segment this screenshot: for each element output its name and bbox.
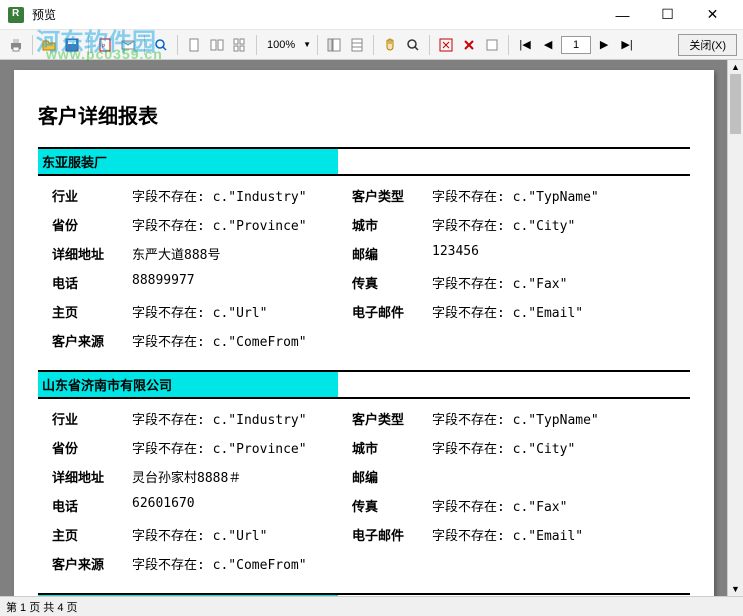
prev-page-icon[interactable]: ◀	[538, 35, 558, 55]
scroll-thumb-v[interactable]	[730, 74, 741, 134]
field-value: 62601670	[132, 496, 352, 515]
field-value: 字段不存在: c."TypName"	[432, 409, 652, 428]
field-label: 电子邮件	[352, 302, 432, 321]
field-value: 字段不存在: c."ComeFrom"	[132, 554, 352, 573]
delete-icon[interactable]	[459, 35, 479, 55]
field-label: 电话	[52, 496, 132, 515]
field-value: 字段不存在: c."Province"	[132, 438, 352, 457]
field-label: 客户来源	[52, 554, 132, 573]
field-value: 88899977	[132, 273, 352, 292]
settings-icon[interactable]	[482, 35, 502, 55]
report-title: 客户详细报表	[38, 100, 690, 129]
field-label: 详细地址	[52, 244, 132, 263]
vertical-scrollbar[interactable]: ▲ ▼	[727, 60, 743, 596]
field-label: 详细地址	[52, 467, 132, 486]
email-icon[interactable]	[118, 35, 138, 55]
window-title: 预览	[32, 6, 56, 23]
field-label	[352, 554, 432, 573]
minimize-button[interactable]: —	[600, 1, 645, 29]
report-section: 山东省济南市有限公司行业字段不存在: c."Industry"客户类型字段不存在…	[38, 370, 690, 583]
hand-icon[interactable]	[380, 35, 400, 55]
app-icon	[8, 7, 24, 23]
zoom-dropdown-icon[interactable]: ▼	[303, 40, 311, 49]
multi-page-icon[interactable]	[230, 35, 250, 55]
report-section: 东亚服装厂行业字段不存在: c."Industry"客户类型字段不存在: c."…	[38, 147, 690, 360]
field-label: 邮编	[352, 244, 432, 263]
report-page: 客户详细报表 东亚服装厂行业字段不存在: c."Industry"客户类型字段不…	[14, 70, 714, 596]
export-pdf-icon[interactable]: P	[95, 35, 115, 55]
statusbar: 第 1 页 共 4 页	[0, 596, 743, 616]
save-icon[interactable]	[62, 35, 82, 55]
field-label: 主页	[52, 525, 132, 544]
section-header: 东亚服装厂	[38, 149, 338, 174]
zoom-tool-icon[interactable]	[403, 35, 423, 55]
field-label: 行业	[52, 409, 132, 428]
two-page-icon[interactable]	[207, 35, 227, 55]
data-grid: 行业字段不存在: c."Industry"客户类型字段不存在: c."TypNa…	[38, 399, 690, 583]
last-page-icon[interactable]: ▶|	[617, 35, 637, 55]
field-value: 字段不存在: c."City"	[432, 438, 652, 457]
zoom-value[interactable]: 100%	[263, 39, 299, 51]
field-label	[352, 331, 432, 350]
field-label: 客户类型	[352, 186, 432, 205]
field-label: 省份	[52, 215, 132, 234]
page-input[interactable]	[561, 36, 591, 54]
field-label: 城市	[352, 438, 432, 457]
field-value: 字段不存在: c."Email"	[432, 302, 652, 321]
page-view-icon[interactable]	[184, 35, 204, 55]
field-value: 字段不存在: c."Province"	[132, 215, 352, 234]
field-value: 字段不存在: c."Url"	[132, 302, 352, 321]
field-value: 字段不存在: c."Email"	[432, 525, 652, 544]
field-value: 字段不存在: c."Industry"	[132, 186, 352, 205]
field-value: 字段不存在: c."TypName"	[432, 186, 652, 205]
print-icon[interactable]	[6, 35, 26, 55]
field-value	[432, 331, 652, 350]
data-grid: 行业字段不存在: c."Industry"客户类型字段不存在: c."TypNa…	[38, 176, 690, 360]
field-label: 省份	[52, 438, 132, 457]
field-value	[432, 554, 652, 573]
field-value: 123456	[432, 244, 652, 263]
field-label: 客户类型	[352, 409, 432, 428]
fullscreen-icon[interactable]	[436, 35, 456, 55]
open-icon[interactable]	[39, 35, 59, 55]
close-window-button[interactable]: ✕	[690, 1, 735, 29]
field-value: 字段不存在: c."Fax"	[432, 273, 652, 292]
outline-icon[interactable]	[324, 35, 344, 55]
field-label: 传真	[352, 273, 432, 292]
next-page-icon[interactable]: ▶	[594, 35, 614, 55]
find-icon[interactable]	[151, 35, 171, 55]
field-label: 电话	[52, 273, 132, 292]
field-label: 电子邮件	[352, 525, 432, 544]
field-value: 灵台孙家村8888＃	[132, 467, 352, 486]
maximize-button[interactable]: ☐	[645, 1, 690, 29]
field-value: 东严大道888号	[132, 244, 352, 263]
scroll-down-icon[interactable]: ▼	[728, 582, 743, 596]
page-status: 第 1 页 共 4 页	[6, 599, 78, 615]
field-label: 邮编	[352, 467, 432, 486]
toolbar: P 100% ▼ |◀ ◀ ▶ ▶| 关闭(X)	[0, 30, 743, 60]
field-label: 行业	[52, 186, 132, 205]
field-value: 字段不存在: c."Url"	[132, 525, 352, 544]
field-label: 城市	[352, 215, 432, 234]
field-label: 客户来源	[52, 331, 132, 350]
scroll-up-icon[interactable]: ▲	[728, 60, 743, 74]
titlebar: 预览 — ☐ ✕	[0, 0, 743, 30]
field-label: 主页	[52, 302, 132, 321]
preview-area[interactable]: 客户详细报表 东亚服装厂行业字段不存在: c."Industry"客户类型字段不…	[0, 60, 743, 596]
field-value: 字段不存在: c."Fax"	[432, 496, 652, 515]
field-value: 字段不存在: c."City"	[432, 215, 652, 234]
field-value	[432, 467, 652, 486]
close-button[interactable]: 关闭(X)	[678, 34, 737, 56]
field-value: 字段不存在: c."Industry"	[132, 409, 352, 428]
section-header: 山东省济南市有限公司	[38, 372, 338, 397]
first-page-icon[interactable]: |◀	[515, 35, 535, 55]
field-value: 字段不存在: c."ComeFrom"	[132, 331, 352, 350]
field-label: 传真	[352, 496, 432, 515]
thumbnails-icon[interactable]	[347, 35, 367, 55]
